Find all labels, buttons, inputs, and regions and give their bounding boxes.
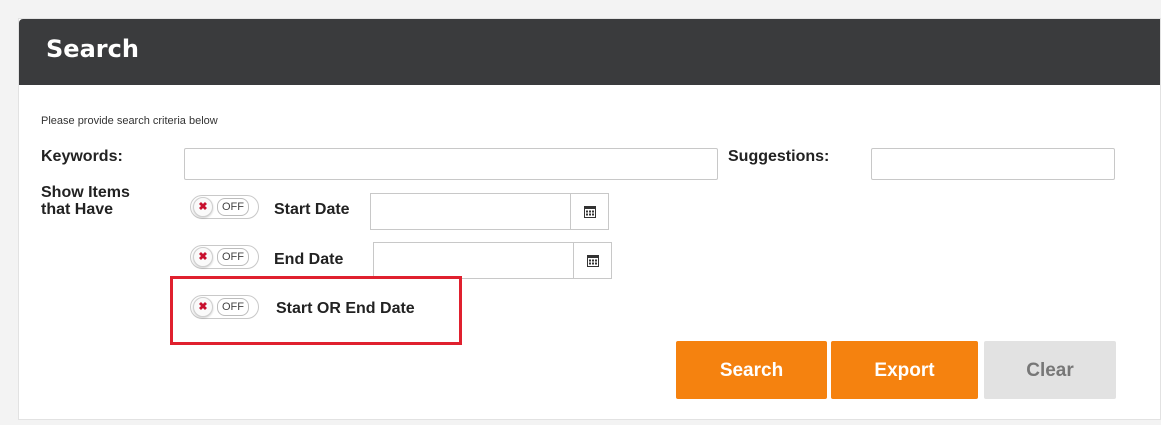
search-hint: Please provide search criteria below xyxy=(41,115,218,127)
start-date-label: Start Date xyxy=(274,201,350,218)
clear-button[interactable]: Clear xyxy=(984,341,1116,399)
end-date-picker xyxy=(373,242,612,279)
start-date-picker xyxy=(370,193,609,230)
page-title: Search xyxy=(46,35,139,63)
start-date-calendar-button[interactable] xyxy=(571,193,609,230)
end-date-input[interactable] xyxy=(373,242,574,279)
calendar-icon xyxy=(584,206,596,218)
end-date-toggle[interactable]: ✖ OFF xyxy=(190,245,259,269)
search-panel: Search Please provide search criteria be… xyxy=(18,18,1161,420)
start-date-input[interactable] xyxy=(370,193,571,230)
suggestions-input[interactable] xyxy=(871,148,1115,180)
keywords-label: Keywords: xyxy=(41,148,123,165)
x-icon: ✖ xyxy=(193,247,213,267)
start-date-toggle[interactable]: ✖ OFF xyxy=(190,195,259,219)
highlight-box xyxy=(170,276,462,345)
show-items-label: Show Items that Have xyxy=(41,184,130,218)
end-date-calendar-button[interactable] xyxy=(574,242,612,279)
x-icon: ✖ xyxy=(193,197,213,217)
panel-header: Search xyxy=(19,19,1160,85)
toggle-state-label: OFF xyxy=(217,248,249,266)
search-button[interactable]: Search xyxy=(676,341,827,399)
export-button[interactable]: Export xyxy=(831,341,978,399)
suggestions-label: Suggestions: xyxy=(728,148,830,165)
toggle-state-label: OFF xyxy=(217,198,249,216)
keywords-input[interactable] xyxy=(184,148,718,180)
end-date-label: End Date xyxy=(274,251,344,268)
calendar-icon xyxy=(587,255,599,267)
